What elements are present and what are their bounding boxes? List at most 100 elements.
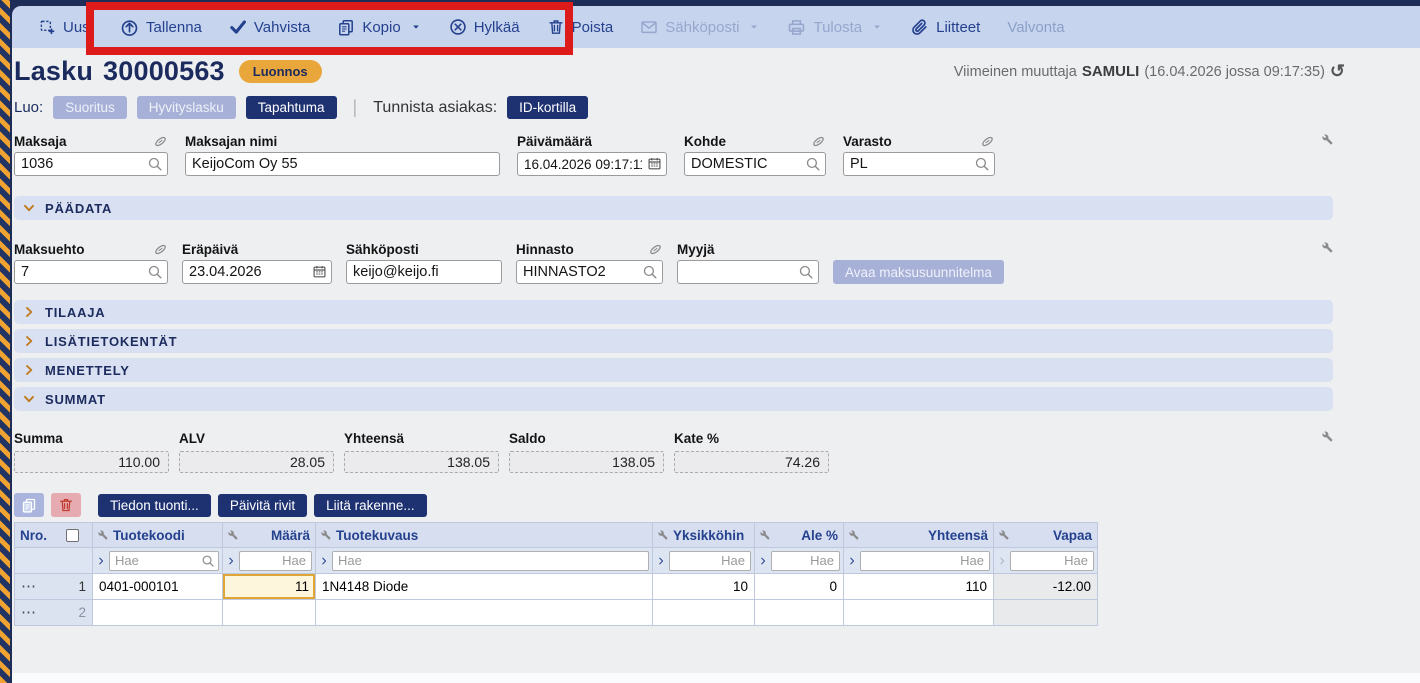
ale-cell[interactable] [755,600,844,626]
paivamaara-input[interactable] [517,152,667,176]
hyvityslasku-button[interactable]: Hyvityslasku [137,96,236,119]
delete-button[interactable]: Poista [547,18,614,36]
wrench-icon[interactable] [760,530,770,540]
sahkoposti-input[interactable] [346,260,502,284]
col-yksikkohinta[interactable]: Yksikköhin [653,523,755,548]
ale-filter-input[interactable] [771,551,840,571]
expand-chevron-icon[interactable] [997,556,1007,566]
expand-chevron-icon[interactable] [656,556,666,566]
section-tilaaja[interactable]: TILAAJA [14,300,1333,324]
tuotekoodi-cell[interactable] [93,600,223,626]
reject-button[interactable]: Hylkää [449,18,520,36]
expand-chevron-icon[interactable] [758,556,768,566]
delete-rows-button[interactable] [51,493,81,517]
yhteensa-cell[interactable] [844,600,994,626]
maara-filter-input[interactable] [239,551,312,571]
new-button[interactable]: Uusi [39,19,93,36]
vapaa-filter-input[interactable] [1010,551,1094,571]
tuotekuvaus-cell[interactable] [316,600,653,626]
yksikkohinta-cell[interactable] [653,600,755,626]
yksikkohinta-filter-input[interactable] [669,551,751,571]
search-icon[interactable] [147,156,163,172]
maksuehto-input[interactable] [14,260,168,284]
update-rows-button[interactable]: Päivitä rivit [218,494,307,517]
expand-chevron-icon[interactable] [847,556,857,566]
chevron-down-icon[interactable] [410,21,422,33]
tuotekuvaus-cell[interactable]: 1N4148 Diode [316,574,653,600]
search-icon[interactable] [974,156,990,172]
monitoring-button[interactable]: Valvonta [1007,19,1064,36]
maksaja-input[interactable] [14,152,168,176]
attachments-button[interactable]: Liitteet [910,18,980,37]
col-ale[interactable]: Ale % [755,523,844,548]
select-all-checkbox[interactable] [66,529,79,542]
row-menu-icon[interactable]: ⋯ [21,579,37,594]
search-icon[interactable] [642,264,658,280]
maara-cell-selected[interactable]: 11 [223,574,316,600]
link-icon[interactable] [648,242,663,257]
wrench-icon[interactable] [999,530,1009,540]
col-vapaa[interactable]: Vapaa [994,523,1098,548]
col-maara[interactable]: Määrä [223,523,316,548]
calendar-icon[interactable] [312,264,327,279]
total-alv: ALV 28.05 [179,429,334,473]
save-button[interactable]: Tallenna [120,18,202,37]
search-icon[interactable] [147,264,163,280]
print-button[interactable]: Tulosta [787,18,883,37]
yhteensa-filter-input[interactable] [860,551,990,571]
chevron-down-icon[interactable] [871,21,883,33]
field-maksaja: Maksaja [14,132,168,176]
link-icon[interactable] [153,242,168,257]
confirm-button[interactable]: Vahvista [229,18,310,36]
wrench-icon[interactable] [98,530,108,540]
link-icon[interactable] [980,134,995,149]
history-icon[interactable]: ↺ [1330,61,1345,82]
wrench-icon[interactable] [1322,134,1333,145]
search-icon[interactable] [798,264,814,280]
ale-cell[interactable]: 0 [755,574,844,600]
attach-structure-button[interactable]: Liitä rakenne... [314,494,427,517]
copy-rows-button[interactable] [14,493,44,517]
yhteensa-cell[interactable]: 110 [844,574,994,600]
wrench-icon[interactable] [658,530,668,540]
suoritus-button[interactable]: Suoritus [53,96,127,119]
tuotekoodi-cell[interactable]: 0401-000101 [93,574,223,600]
wrench-icon[interactable] [1322,242,1333,253]
open-payment-plan-button[interactable]: Avaa maksusuunnitelma [833,260,1004,284]
row-number: 1 [78,579,86,594]
yksikkohinta-cell[interactable]: 10 [653,574,755,600]
expand-chevron-icon[interactable] [226,556,236,566]
search-icon[interactable] [805,156,821,172]
expand-chevron-icon[interactable] [96,556,106,566]
wrench-icon[interactable] [1322,431,1333,442]
data-import-button[interactable]: Tiedon tuonti... [98,494,211,517]
section-menettely[interactable]: MENETTELY [14,358,1333,382]
wrench-icon[interactable] [321,530,331,540]
col-tuotekoodi[interactable]: Tuotekoodi [93,523,223,548]
link-icon[interactable] [811,134,826,149]
col-tuotekuvaus[interactable]: Tuotekuvaus [316,523,653,548]
section-summat[interactable]: SUMMAT [14,387,1333,411]
chevron-down-icon[interactable] [748,21,760,33]
search-icon[interactable] [201,554,215,568]
section-paadata[interactable]: PÄÄDATA [14,196,1333,220]
calendar-icon[interactable] [647,156,662,171]
copy-button[interactable]: Kopio [337,18,421,36]
section-lisatietokentat[interactable]: LISÄTIETOKENTÄT [14,329,1333,353]
tapahtuma-button[interactable]: Tapahtuma [246,96,337,119]
wrench-icon[interactable] [849,530,859,540]
col-yhteensa[interactable]: Yhteensä [844,523,994,548]
row-menu-icon[interactable]: ⋯ [21,605,37,620]
tuotekuvaus-filter-input[interactable] [332,551,649,571]
wrench-icon[interactable] [228,530,238,540]
id-card-button[interactable]: ID-kortilla [507,96,588,119]
summa-label: Summa [14,431,63,446]
email-button[interactable]: Sähköposti [640,18,760,36]
maksajan-nimi-input[interactable] [185,152,500,176]
maara-cell[interactable] [223,600,316,626]
varasto-input[interactable] [843,152,995,176]
hinnasto-input[interactable] [516,260,663,284]
erapaiva-input[interactable] [182,260,332,284]
expand-chevron-icon[interactable] [319,556,329,566]
link-icon[interactable] [153,134,168,149]
